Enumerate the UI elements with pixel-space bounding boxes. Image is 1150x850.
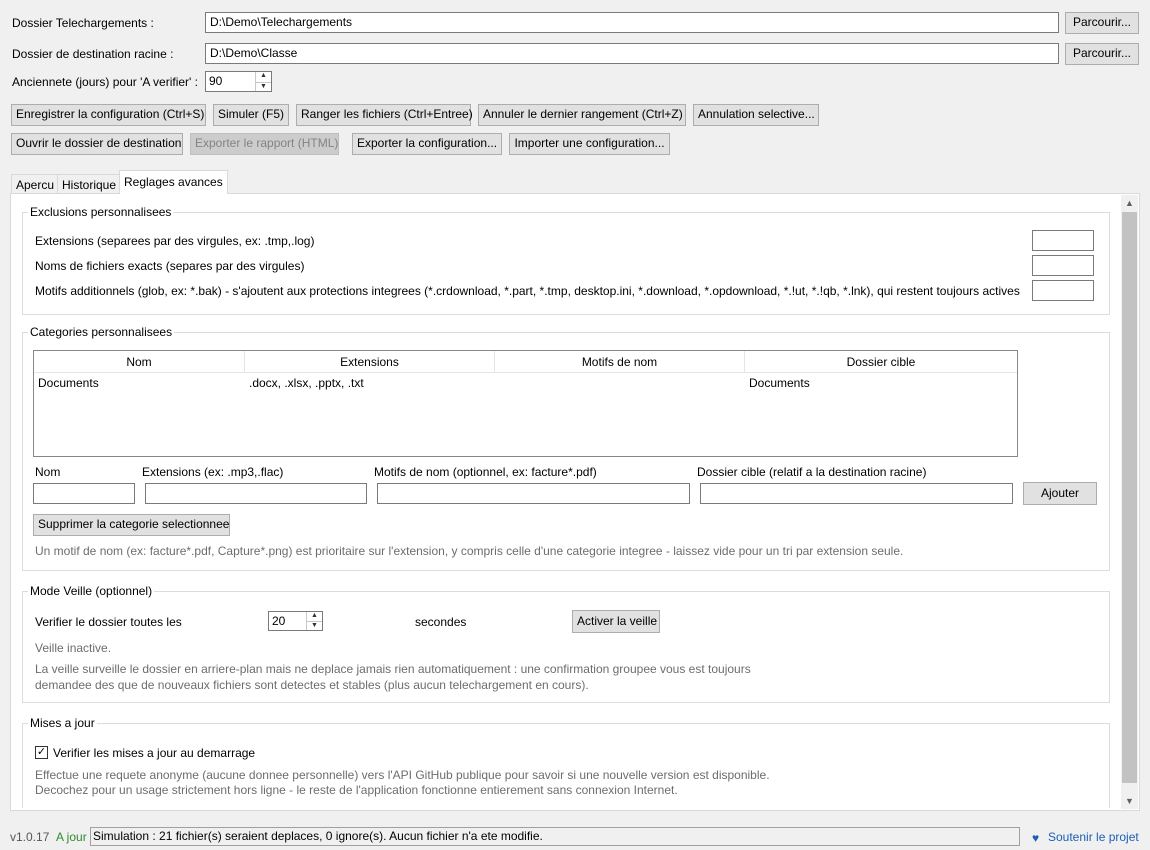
open-destination-button[interactable]: Ouvrir le dossier de destination <box>11 133 183 155</box>
download-folder-label: Dossier Telechargements : <box>12 16 154 30</box>
table-header: Nom Extensions Motifs de nom Dossier cib… <box>34 351 1017 373</box>
import-config-button[interactable]: Importer une configuration... <box>509 133 670 155</box>
exclusion-extensions-label: Extensions (separees par des virgules, e… <box>35 234 315 248</box>
category-ext-input[interactable] <box>145 483 367 504</box>
category-pattern-input[interactable] <box>377 483 690 504</box>
watch-status: Veille inactive. <box>35 641 112 655</box>
table-row[interactable]: Documents .docx, .xlsx, .pptx, .txt Docu… <box>34 373 1017 393</box>
uptodate-label: A jour <box>56 830 87 844</box>
table-cell <box>495 373 745 393</box>
category-target-input[interactable] <box>700 483 1013 504</box>
export-config-button[interactable]: Exporter la configuration... <box>352 133 502 155</box>
settings-panel: Exclusions personnalisees Extensions (se… <box>10 193 1140 811</box>
version-label: v1.0.17 <box>10 830 50 844</box>
support-link-text: Soutenir le projet <box>1048 830 1139 844</box>
undo-button[interactable]: Annuler le dernier rangement (Ctrl+Z) <box>478 104 686 126</box>
scrollbar-thumb[interactable] <box>1122 212 1137 783</box>
download-folder-input[interactable]: D:\Demo\Telechargements <box>205 12 1059 33</box>
category-target-label: Dossier cible (relatif a la destination … <box>697 465 927 479</box>
category-name-label: Nom <box>35 465 61 479</box>
destination-folder-label: Dossier de destination racine : <box>12 47 174 61</box>
category-name-input[interactable] <box>33 483 135 504</box>
column-header-nom[interactable]: Nom <box>34 351 245 372</box>
watch-description-2: demandee des que de nouveaux fichiers so… <box>35 678 589 692</box>
stepper-down-icon[interactable]: ▼ <box>256 81 271 92</box>
export-report-button[interactable]: Exporter le rapport (HTML) <box>190 133 339 155</box>
category-pattern-label: Motifs de nom (optionnel, ex: facture*.p… <box>374 465 597 479</box>
tab-apercu[interactable]: Apercu <box>11 174 60 194</box>
age-value: 90 <box>209 74 223 88</box>
updates-description-2: Decochez pour un usage strictement hors … <box>35 783 678 797</box>
panel-scrollbar[interactable]: ▲ ▼ <box>1121 195 1138 809</box>
support-project-link[interactable]: ♥ Soutenir le projet <box>1032 830 1139 844</box>
save-config-button[interactable]: Enregistrer la configuration (Ctrl+S) <box>11 104 206 126</box>
watch-interval-value: 20 <box>272 614 286 628</box>
categories-title: Categories personnalisees <box>28 325 175 339</box>
table-cell: Documents <box>749 376 810 390</box>
support-icon: ♥ <box>1032 831 1040 845</box>
destination-folder-input[interactable]: D:\Demo\Classe <box>205 43 1059 64</box>
updates-description-1: Effectue une requete anonyme (aucune don… <box>35 768 770 782</box>
age-stepper[interactable]: 90 ▲ ▼ <box>205 71 272 92</box>
updates-title: Mises a jour <box>28 716 97 730</box>
exclusion-names-label: Noms de fichiers exacts (separes par des… <box>35 259 305 273</box>
category-ext-label: Extensions (ex: .mp3,.flac) <box>142 465 284 479</box>
stepper-up-icon[interactable]: ▲ <box>307 612 322 621</box>
watch-seconds-label: secondes <box>415 615 467 629</box>
stepper-down-icon[interactable]: ▼ <box>307 621 322 630</box>
categories-hint: Un motif de nom (ex: facture*.pdf, Captu… <box>35 544 904 558</box>
table-cell: .docx, .xlsx, .pptx, .txt <box>249 376 364 390</box>
delete-category-button[interactable]: Supprimer la categorie selectionnee <box>33 514 230 536</box>
browse-download-button[interactable]: Parcourir... <box>1065 12 1139 34</box>
tab-reglages-avances[interactable]: Reglages avances <box>119 170 228 194</box>
selective-undo-button[interactable]: Annulation selective... <box>693 104 819 126</box>
column-header-extensions[interactable]: Extensions <box>245 351 495 372</box>
check-updates-checkbox[interactable]: ✓ <box>35 746 48 759</box>
exclusion-patterns-input[interactable] <box>1032 280 1094 301</box>
scroll-down-icon[interactable]: ▼ <box>1121 793 1138 809</box>
categories-table[interactable]: Nom Extensions Motifs de nom Dossier cib… <box>33 350 1018 457</box>
watch-interval-label: Verifier le dossier toutes les <box>35 615 182 629</box>
column-header-motifs[interactable]: Motifs de nom <box>495 351 745 372</box>
browse-destination-button[interactable]: Parcourir... <box>1065 43 1139 65</box>
activate-watch-button[interactable]: Activer la veille <box>572 610 660 633</box>
sort-files-button[interactable]: Ranger les fichiers (Ctrl+Entree) <box>296 104 473 126</box>
watch-title: Mode Veille (optionnel) <box>28 584 155 598</box>
exclusion-names-input[interactable] <box>1032 255 1094 276</box>
column-header-dossier[interactable]: Dossier cible <box>745 351 1017 372</box>
exclusion-extensions-input[interactable] <box>1032 230 1094 251</box>
watch-description-1: La veille surveille le dossier en arrier… <box>35 662 751 676</box>
simulate-button[interactable]: Simuler (F5) <box>213 104 289 126</box>
check-updates-label[interactable]: Verifier les mises a jour au demarrage <box>53 746 255 760</box>
add-category-button[interactable]: Ajouter <box>1023 482 1097 505</box>
age-label: Anciennete (jours) pour 'A verifier' : <box>12 75 198 89</box>
tab-historique[interactable]: Historique <box>57 174 122 194</box>
scroll-up-icon[interactable]: ▲ <box>1121 195 1138 211</box>
table-cell: Documents <box>38 376 99 390</box>
exclusions-title: Exclusions personnalisees <box>28 205 174 219</box>
status-message: Simulation : 21 fichier(s) seraient depl… <box>90 827 1020 846</box>
watch-interval-stepper[interactable]: 20 ▲ ▼ <box>268 611 323 631</box>
exclusion-patterns-label: Motifs additionnels (glob, ex: *.bak) - … <box>35 284 1020 298</box>
stepper-up-icon[interactable]: ▲ <box>256 72 271 82</box>
